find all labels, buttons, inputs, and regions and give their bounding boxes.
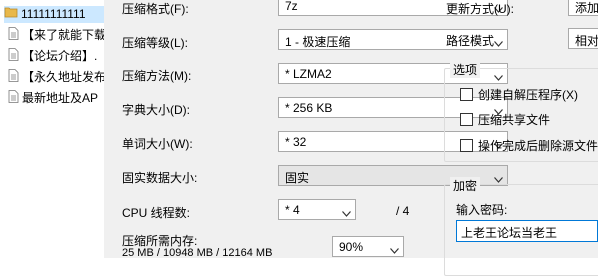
checkbox-box[interactable] xyxy=(460,113,473,126)
chevron-down-icon xyxy=(494,36,503,50)
compress-shared-checkbox[interactable]: 压缩共享文件 xyxy=(460,111,550,128)
update-mode-label: 更新方式(U): xyxy=(446,2,514,16)
dictionary-value: * 256 KB xyxy=(285,101,333,115)
format-label: 压缩格式(F): xyxy=(122,2,189,16)
password-input[interactable]: 上老王论坛当老王 xyxy=(456,220,598,242)
text-file-icon xyxy=(8,48,19,65)
dictionary-label: 字典大小(D): xyxy=(122,103,190,117)
create-sfx-label: 创建自解压程序(X) xyxy=(478,88,578,102)
encryption-group-title: 加密 xyxy=(450,177,481,194)
memory-usage: 25 MB / 10948 MB / 12164 MB xyxy=(122,247,273,259)
solid-size-label: 固实数据大小: xyxy=(122,171,198,185)
compress-shared-label: 压缩共享文件 xyxy=(478,113,551,127)
cpu-threads-select[interactable]: * 4 xyxy=(278,199,356,220)
path-mode-select[interactable]: 相对 xyxy=(568,28,598,49)
level-label: 压缩等级(L): xyxy=(122,36,189,50)
file-name: 【来了就能下载 xyxy=(22,28,104,43)
update-mode-select[interactable]: 添加 xyxy=(568,0,598,16)
create-sfx-checkbox[interactable]: 创建自解压程序(X) xyxy=(460,86,578,103)
text-file-icon xyxy=(8,27,19,44)
file-list-item[interactable]: 【来了就能下载 xyxy=(8,27,104,44)
file-list-item[interactable]: 【论坛介绍】. xyxy=(8,48,104,65)
checkbox-box[interactable] xyxy=(460,88,473,101)
compression-dialog: 压缩格式(F): 7z 压缩等级(L): 1 - 极速压缩 压缩方法(M): *… xyxy=(104,0,598,276)
password-label: 输入密码: xyxy=(456,203,508,217)
cpu-threads-max: / 4 xyxy=(396,204,410,218)
chevron-down-icon xyxy=(342,206,351,220)
method-label: 压缩方法(M): xyxy=(122,69,192,83)
cpu-threads-value: * 4 xyxy=(285,203,300,217)
solid-size-value: 固实 xyxy=(285,171,310,185)
chevron-down-icon xyxy=(390,243,399,257)
file-list-item[interactable]: 【永久地址发布 xyxy=(8,69,104,86)
file-name: 【论坛介绍】. xyxy=(22,49,98,64)
file-list-item[interactable]: 最新地址及AP xyxy=(8,90,104,107)
word-size-label: 单词大小(W): xyxy=(122,137,193,151)
path-mode-label: 路径模式 xyxy=(446,34,495,48)
word-size-value: * 32 xyxy=(285,135,307,149)
cpu-threads-label: CPU 线程数: xyxy=(122,206,191,220)
delete-after-checkbox[interactable]: 操作完成后删除源文件 xyxy=(460,137,598,154)
level-value: 1 - 极速压缩 xyxy=(285,35,351,49)
text-file-icon xyxy=(8,90,19,107)
file-list-item[interactable]: 11111111111 xyxy=(4,6,104,23)
method-value: * LZMA2 xyxy=(285,67,332,81)
folder-icon xyxy=(4,6,18,23)
file-name: 11111111111 xyxy=(21,7,86,21)
path-mode-value: 相对 xyxy=(575,34,598,48)
format-value: 7z xyxy=(285,0,298,13)
options-group-title: 选项 xyxy=(450,61,481,78)
text-file-icon xyxy=(8,69,19,86)
file-list: 11111111111 【来了就能下载 【论坛介绍】. 【永久地址发布 最新地址… xyxy=(0,0,104,258)
password-value: 上老王论坛当老王 xyxy=(461,226,558,240)
file-name: 最新地址及AP xyxy=(22,91,99,106)
update-mode-value: 添加 xyxy=(575,1,598,15)
file-name: 【永久地址发布 xyxy=(22,70,104,85)
delete-after-label: 操作完成后删除源文件 xyxy=(478,139,598,153)
memory-percent-value: 90% xyxy=(339,240,364,254)
checkbox-box[interactable] xyxy=(460,139,473,152)
memory-percent-select[interactable]: 90% xyxy=(332,236,404,257)
